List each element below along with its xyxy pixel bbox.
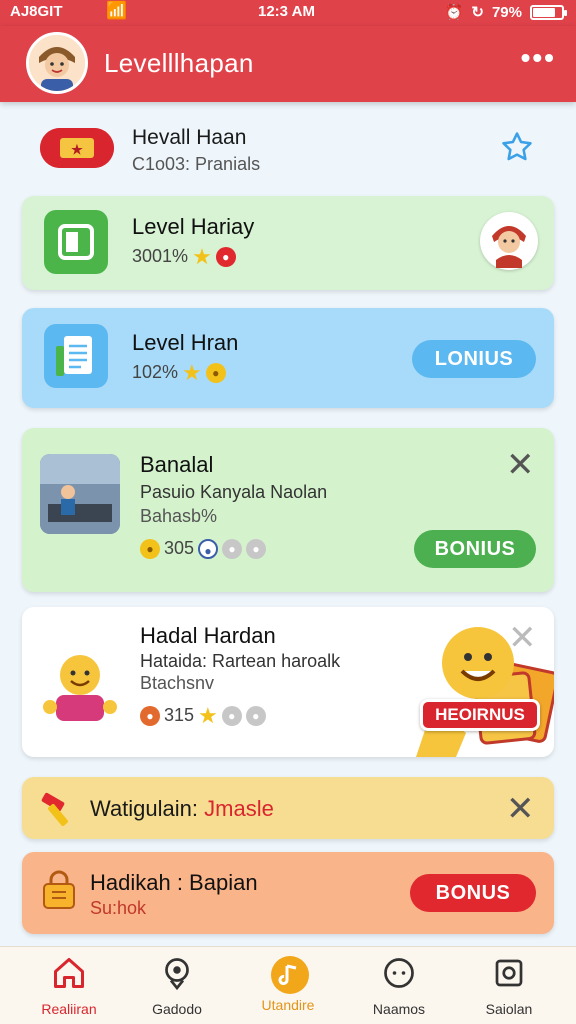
carrier-label: AJ8GIT (10, 3, 63, 20)
red-coin-icon: ● (215, 246, 236, 267)
banalal-subtitle: Pasuio Kanyala Naolan (140, 482, 328, 502)
hadikah-card[interactable]: Hadikah : Bapian Su:hok BONUS (22, 852, 554, 934)
favorite-star-icon[interactable] (500, 130, 534, 169)
hadal-detail: Btachsnv (140, 673, 215, 693)
featured-subtitle: C1o03: Pranials (132, 154, 261, 174)
promo-label[interactable]: HEOIRNUS (420, 699, 540, 731)
location-icon (159, 955, 195, 991)
hadal-card[interactable]: Hadal Hardan Hataida: Rartean haroalk Bt… (22, 607, 560, 757)
hadal-title: Hadal Hardan (140, 623, 276, 648)
star-icon: ★ (198, 702, 218, 728)
level-card-2-stats: 102% ★ ● (132, 359, 226, 385)
hammer-icon (38, 789, 78, 829)
level-card-2-percent: 102% (132, 362, 179, 382)
nav-label-music: Utandire (261, 997, 315, 1013)
orange-coin-icon: ● (140, 705, 160, 726)
more-options-icon[interactable]: ••• (521, 42, 556, 74)
user-avatar[interactable] (26, 32, 88, 94)
hadal-stats: ● 315 ★ ● ● (140, 702, 266, 728)
music-icon (270, 955, 309, 994)
document-icon (44, 324, 108, 388)
featured-title: Hevall Haan (132, 126, 247, 149)
ticket-icon: ★ (40, 128, 114, 168)
blue-coin-icon: ● (198, 538, 219, 559)
hadal-subtitle: Hataida: Rartean haroalk (140, 651, 341, 671)
bonius-button[interactable]: BONIUS (414, 530, 536, 568)
star-icon: ★ (182, 359, 202, 385)
level-card-2-title: Level Hran (132, 330, 239, 355)
hadal-count: 315 (164, 705, 195, 725)
svg-text:★: ★ (71, 142, 83, 157)
wifi-icon: 📶 (106, 1, 128, 20)
level-card-1-percent: 3001% (132, 246, 189, 266)
bottom-navigation: Realiiran Gadodo Utandire Naamos Saiolan (0, 946, 576, 1024)
battery-icon (530, 4, 567, 20)
mascot-promo-art[interactable] (416, 623, 560, 757)
nav-item-chat[interactable]: Naamos (344, 955, 454, 1017)
banalal-count: 305 (164, 538, 195, 558)
level-card-1[interactable]: Level Hariay 3001% ★ ● (22, 196, 554, 290)
nav-label-home: Realiiran (41, 1001, 97, 1017)
close-icon[interactable]: ✕ (506, 792, 535, 826)
watigulain-title: Watigulain: Jmasle (90, 796, 274, 822)
hadikah-title: Hadikah : Bapian (90, 870, 258, 895)
level-card-1-stats: 3001% ★ ● (132, 243, 236, 269)
grey-coin-icon: ● (246, 538, 267, 559)
bonus-button[interactable]: BONUS (410, 874, 536, 912)
nav-label-profile: Saiolan (485, 1001, 533, 1017)
page-title: Levelllhapan (104, 48, 254, 78)
level-card-1-title: Level Hariay (132, 214, 255, 239)
gold-coin-icon: ● (140, 538, 160, 559)
banalal-title: Banalal (140, 452, 214, 477)
clock: 12:3 AM (258, 3, 315, 20)
grey-coin-icon: ● (222, 538, 243, 559)
nav-item-music[interactable]: Utandire (233, 955, 343, 1013)
star-icon: ★ (192, 243, 212, 269)
battery-percent: 79% (491, 3, 522, 21)
alarm-icon: ⏰ (444, 4, 464, 21)
home-icon (51, 955, 87, 991)
close-icon[interactable]: ✕ (506, 448, 535, 482)
sync-icon: ↻ (471, 4, 484, 21)
lonius-button[interactable]: LONIUS (412, 340, 536, 378)
banalal-stats: ● 305 ● ● ● (140, 538, 267, 559)
profile-icon (491, 955, 527, 991)
gold-coin-icon: ● (205, 362, 226, 383)
watigulain-title-accent: Jmasle (204, 796, 274, 821)
watigulain-title-main: Watigulain: (90, 796, 199, 821)
level-card-2[interactable]: Level Hran 102% ★ ● LONIUS (22, 308, 554, 408)
banalal-detail: Bahasb% (140, 506, 218, 526)
app-header: Levelllhapan ••• (0, 26, 576, 102)
grey-coin-icon: ● (221, 705, 242, 726)
nav-label-location: Gadodo (152, 1001, 202, 1017)
nav-item-location[interactable]: Gadodo (122, 955, 232, 1017)
nav-item-profile[interactable]: Saiolan (454, 955, 564, 1017)
nav-item-home[interactable]: Realiiran (14, 955, 124, 1017)
featured-list-item[interactable]: ★ Hevall Haan C1o03: Pranials (22, 112, 554, 188)
scene-thumbnail (40, 454, 120, 534)
watigulain-card[interactable]: Watigulain: Jmasle ✕ (22, 777, 554, 839)
tablet-icon (44, 210, 108, 274)
emoji-character-icon (40, 643, 120, 723)
banalal-card[interactable]: Banalal Pasuio Kanyala Naolan Bahasb% ● … (22, 428, 554, 592)
grey-coin-icon: ● (245, 705, 266, 726)
shopping-bag-icon (38, 870, 80, 912)
character-avatar[interactable] (480, 212, 538, 270)
nav-label-chat: Naamos (372, 1001, 426, 1017)
status-bar: AJ8GIT 📶 12:3 AM ⏰ ↻ 79% (0, 0, 576, 26)
hadikah-subtitle: Su:hok (90, 898, 147, 918)
chat-icon (381, 955, 417, 991)
